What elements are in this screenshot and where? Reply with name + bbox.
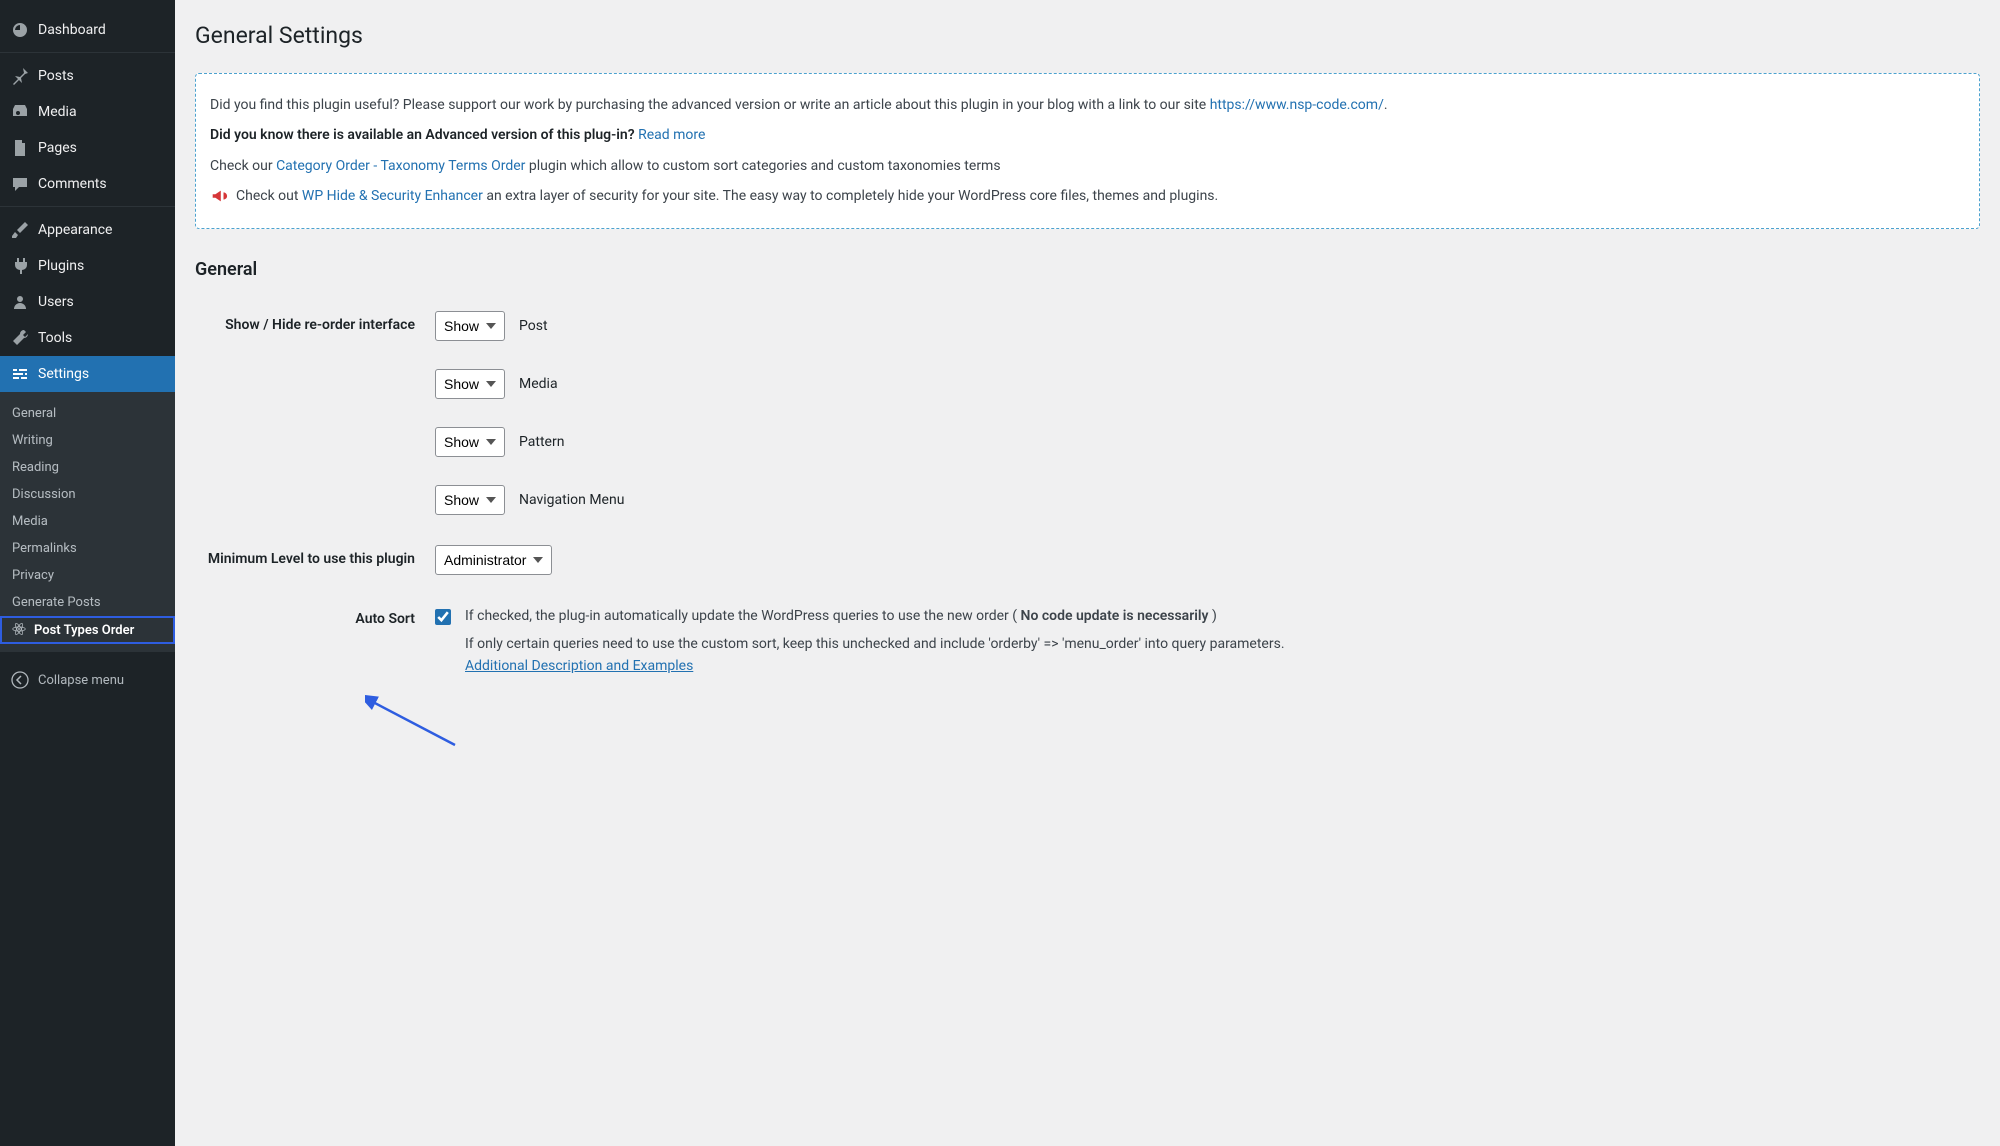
auto-sort-desc: If checked, the plug-in automatically up…	[465, 608, 1021, 624]
label-auto-sort: Auto Sort	[195, 605, 435, 678]
type-label-nav: Navigation Menu	[519, 492, 624, 508]
select-post[interactable]: Show	[435, 311, 505, 341]
checkbox-auto-sort[interactable]	[435, 609, 451, 625]
brush-icon	[10, 220, 30, 240]
media-icon	[10, 102, 30, 122]
section-heading-general: General	[195, 259, 1980, 280]
auto-sort-note: If only certain queries need to use the …	[465, 636, 1285, 652]
collapse-icon	[10, 670, 30, 690]
sidebar-item-dashboard[interactable]: Dashboard	[0, 12, 175, 48]
select-media[interactable]: Show	[435, 369, 505, 399]
sidebar-label: Tools	[38, 330, 72, 346]
sidebar-item-users[interactable]: Users	[0, 284, 175, 320]
notice-text: plugin which allow to custom sort catego…	[529, 158, 1001, 174]
notice-text: Did you find this plugin useful? Please …	[210, 97, 1210, 113]
submenu-item-discussion[interactable]: Discussion	[0, 481, 175, 508]
label-show-hide: Show / Hide re-order interface	[195, 311, 435, 515]
label-min-level: Minimum Level to use this plugin	[195, 545, 435, 575]
page-title: General Settings	[195, 22, 1980, 49]
atom-icon	[12, 622, 28, 638]
sidebar-item-tools[interactable]: Tools	[0, 320, 175, 356]
plug-icon	[10, 256, 30, 276]
submenu-item-post-types-order[interactable]: Post Types Order	[0, 616, 175, 644]
sliders-icon	[10, 364, 30, 384]
collapse-label: Collapse menu	[38, 673, 124, 688]
sidebar-label: Plugins	[38, 258, 84, 274]
type-label-media: Media	[519, 376, 558, 392]
auto-sort-strong: No code update is necessarily	[1021, 608, 1209, 624]
select-min-level[interactable]: Administrator	[435, 545, 552, 575]
sidebar-label: Appearance	[38, 222, 112, 238]
comment-icon	[10, 174, 30, 194]
select-nav[interactable]: Show	[435, 485, 505, 515]
admin-sidebar: Dashboard Posts Media Pages Comments App…	[0, 0, 175, 1146]
submenu-item-reading[interactable]: Reading	[0, 454, 175, 481]
main-content: General Settings Did you find this plugi…	[175, 0, 2000, 1146]
sidebar-label: Pages	[38, 140, 77, 156]
notice-text: Check our	[210, 158, 276, 174]
notice-link-nsp[interactable]: https://www.nsp-code.com/	[1210, 97, 1384, 113]
notice-text: an extra layer of security for your site…	[486, 188, 1218, 204]
wrench-icon	[10, 328, 30, 348]
submenu-label: Post Types Order	[34, 623, 134, 638]
submenu-item-privacy[interactable]: Privacy	[0, 562, 175, 589]
settings-submenu: General Writing Reading Discussion Media…	[0, 392, 175, 652]
sidebar-label: Comments	[38, 176, 107, 192]
sidebar-label: Media	[38, 104, 77, 120]
submenu-item-writing[interactable]: Writing	[0, 427, 175, 454]
pin-icon	[10, 66, 30, 86]
sidebar-label: Posts	[38, 68, 74, 84]
submenu-item-permalinks[interactable]: Permalinks	[0, 535, 175, 562]
select-pattern[interactable]: Show	[435, 427, 505, 457]
sidebar-label: Users	[38, 294, 74, 310]
sidebar-label: Settings	[38, 366, 89, 382]
notice-link-readmore[interactable]: Read more	[638, 127, 705, 143]
notice-text: Check out	[236, 188, 302, 204]
collapse-menu[interactable]: Collapse menu	[0, 662, 175, 698]
sidebar-item-settings[interactable]: Settings	[0, 356, 175, 392]
submenu-item-general[interactable]: General	[0, 400, 175, 427]
sidebar-item-plugins[interactable]: Plugins	[0, 248, 175, 284]
type-label-pattern: Pattern	[519, 434, 564, 450]
notice-text: .	[1384, 97, 1388, 113]
auto-sort-link[interactable]: Additional Description and Examples	[465, 658, 693, 674]
sidebar-item-media[interactable]: Media	[0, 94, 175, 130]
notice-strong: Did you know there is available an Advan…	[210, 127, 635, 143]
user-icon	[10, 292, 30, 312]
page-icon	[10, 138, 30, 158]
auto-sort-desc: )	[1208, 608, 1216, 624]
notice-link-category-order[interactable]: Category Order - Taxonomy Terms Order	[276, 158, 525, 174]
plugin-notice: Did you find this plugin useful? Please …	[195, 73, 1980, 229]
sidebar-label: Dashboard	[38, 22, 106, 38]
submenu-item-generate-posts[interactable]: Generate Posts	[0, 589, 175, 616]
sidebar-item-posts[interactable]: Posts	[0, 58, 175, 94]
sidebar-item-appearance[interactable]: Appearance	[0, 212, 175, 248]
submenu-item-media[interactable]: Media	[0, 508, 175, 535]
dashboard-icon	[10, 20, 30, 40]
type-label-post: Post	[519, 318, 548, 334]
megaphone-icon	[210, 187, 228, 205]
annotation-arrow	[365, 685, 465, 755]
notice-link-wphide[interactable]: WP Hide & Security Enhancer	[302, 188, 483, 204]
sidebar-item-pages[interactable]: Pages	[0, 130, 175, 166]
sidebar-item-comments[interactable]: Comments	[0, 166, 175, 202]
